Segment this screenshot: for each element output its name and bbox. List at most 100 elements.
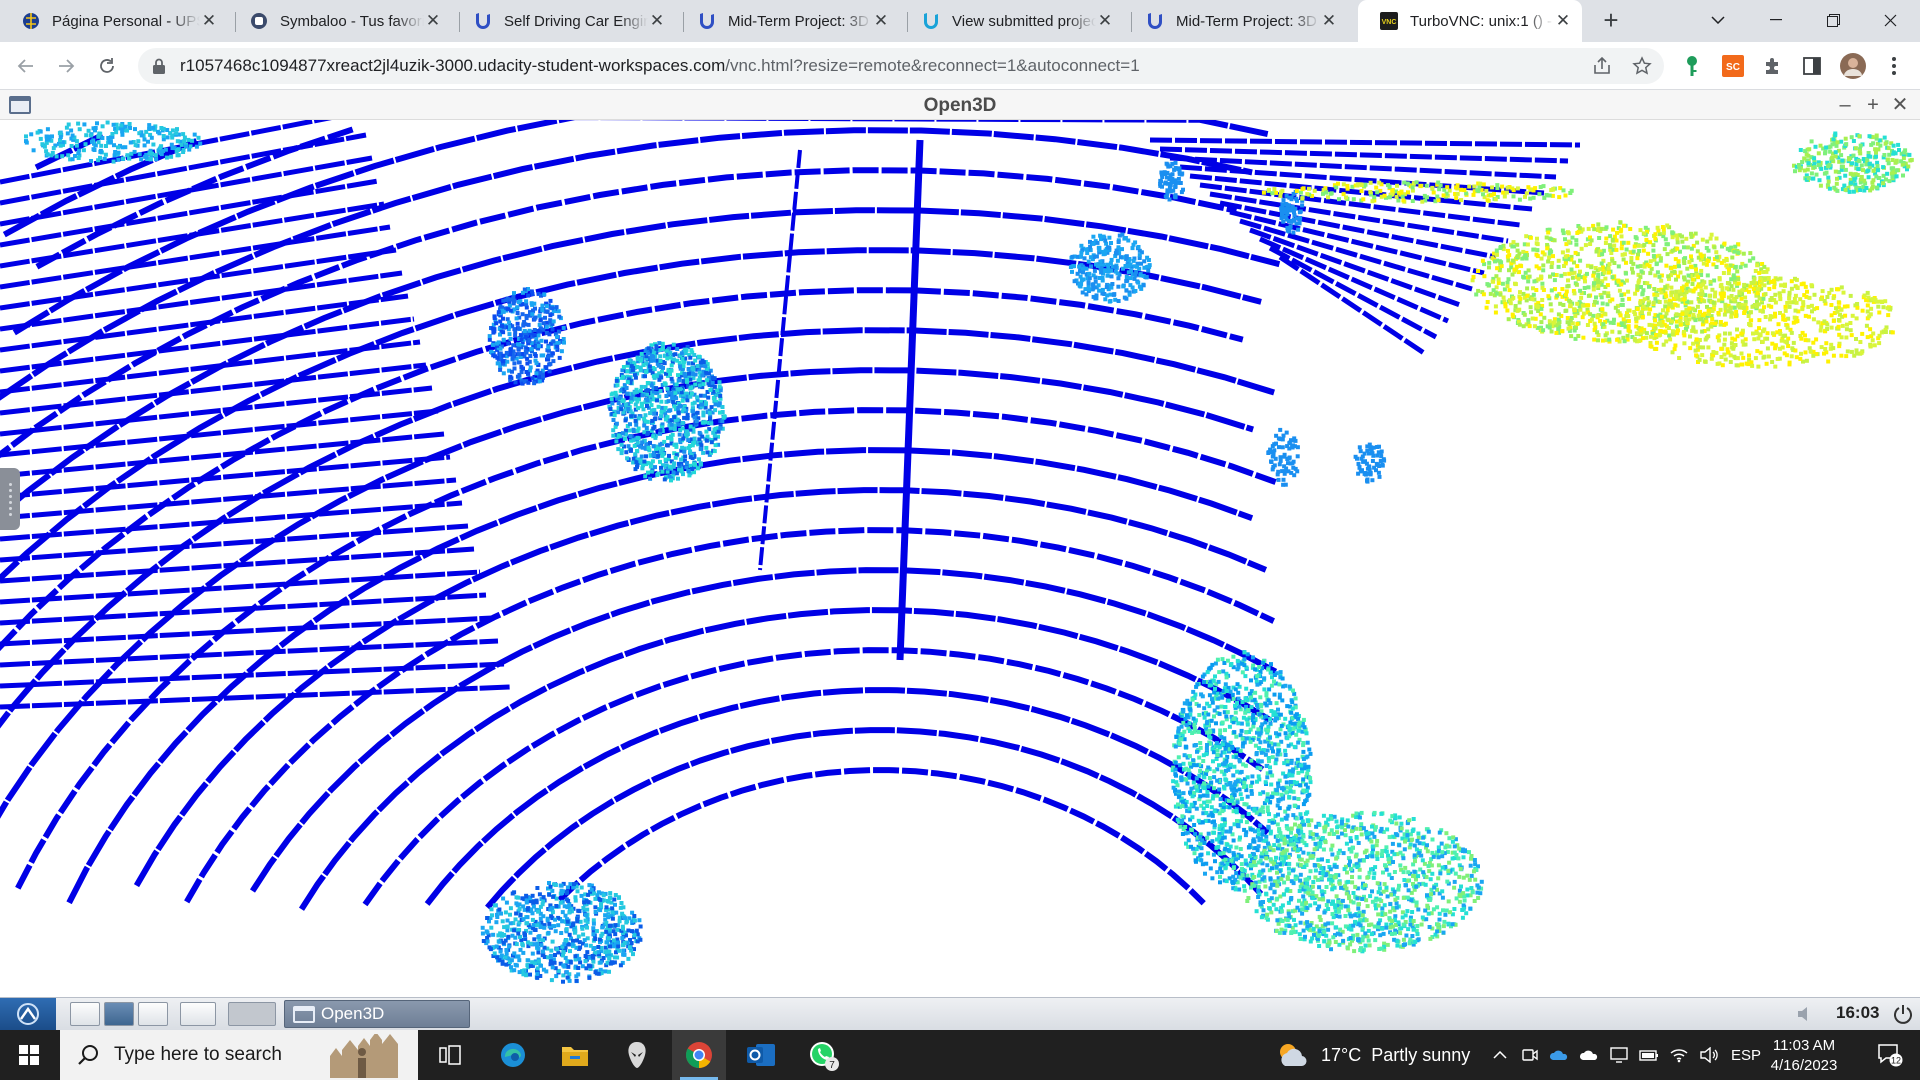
terminal-launcher-icon[interactable] [138,1002,168,1026]
task-view-icon[interactable] [423,1030,477,1080]
chrome-browser-icon[interactable] [672,1030,726,1080]
tab-label: Página Personal - UPS [52,12,200,30]
address-bar[interactable]: r1057468c1094877xreact2jl4uzik-3000.udac… [138,48,1664,84]
back-icon[interactable] [10,50,42,82]
volume-icon[interactable] [1796,1006,1816,1022]
tab-strip: Página Personal - UPS ✕ Symbaloo - Tus f… [0,0,1920,42]
extensions-puzzle-icon[interactable] [1758,51,1788,81]
display-settings-icon[interactable] [1606,1030,1632,1080]
tab-symbaloo[interactable]: Symbaloo - Tus favoritos ✕ [228,0,452,42]
novnc-control-bar-handle[interactable] [0,468,20,530]
whatsapp-icon[interactable]: 7 [796,1030,850,1080]
files-launcher-icon[interactable] [70,1002,100,1026]
udacity-icon [1146,12,1164,30]
desktop-launcher-icon[interactable] [104,1002,134,1026]
wifi-icon[interactable] [1666,1030,1692,1080]
bookmark-star-icon[interactable] [1626,50,1658,82]
vnc-icon: VNC [1380,12,1398,30]
point-cloud-canvas[interactable] [0,120,1920,997]
weather-desc: Partly sunny [1371,1044,1471,1065]
menu-kebab-icon[interactable] [1879,51,1909,81]
point-cloud-render[interactable] [0,120,1920,997]
symbaloo-icon [250,12,268,30]
search-highlight-cathedral-icon [330,1034,398,1078]
cloud-icon[interactable] [1576,1030,1602,1080]
taskbar-open3d-button[interactable]: Open3D [284,1000,470,1028]
windows-taskbar: Type here to search 7 17°C Partly sunny [0,1030,1920,1080]
speaker-icon[interactable] [1696,1030,1722,1080]
tab-mid-term-2[interactable]: Mid-Term Project: 3D ✕ [1124,0,1348,42]
new-tab-button[interactable]: + [1597,7,1625,35]
ups-globe-icon [22,12,40,30]
file-explorer-icon[interactable] [548,1030,602,1080]
workspace-1-button[interactable] [180,1002,216,1026]
udacity-icon [698,12,716,30]
tab-label: View submitted project [952,12,1096,30]
tab-turbovnc[interactable]: VNC TurboVNC: unix:1 () - ✕ [1358,0,1582,42]
power-icon[interactable] [1892,1003,1914,1025]
key-extension-icon[interactable] [1677,51,1707,81]
lock-icon [153,58,165,74]
maximize-icon[interactable]: + [1861,93,1885,117]
lidar-ring [557,767,1206,906]
minimize-icon[interactable]: – [1833,93,1857,117]
close-icon[interactable]: ✕ [648,12,666,30]
close-icon[interactable]: ✕ [424,12,442,30]
close-icon[interactable]: ✕ [1554,12,1572,30]
side-panel-icon[interactable] [1797,51,1827,81]
forward-icon[interactable] [50,50,82,82]
meet-now-icon[interactable] [1517,1030,1543,1080]
close-icon[interactable]: ✕ [1096,12,1114,30]
outlook-icon[interactable] [734,1030,788,1080]
windows-start-icon[interactable] [0,1030,58,1080]
tab-label: Symbaloo - Tus favoritos [280,12,424,30]
sc-extension-icon[interactable]: SC [1718,51,1748,81]
restore-icon[interactable] [1810,0,1856,40]
partly-sunny-icon [1280,1044,1307,1067]
tab-mid-term-1[interactable]: Mid-Term Project: 3D ✕ [676,0,900,42]
lidar-ring [1278,254,1426,356]
avatar[interactable] [1838,51,1868,81]
open3d-window-title: Open3D [923,95,997,116]
reload-icon[interactable] [91,50,123,82]
close-icon[interactable]: ✕ [872,12,890,30]
battery-icon[interactable] [1636,1030,1662,1080]
vnc-viewport[interactable]: Open3D – + ✕ [0,90,1920,997]
lidar-ring [0,431,445,479]
edge-browser-icon[interactable] [486,1030,540,1080]
url-host: r1057468c1094877xreact2jl4uzik-3000.udac… [180,56,726,75]
window-icon [293,1006,315,1023]
applications-menu-button[interactable] [0,998,56,1030]
minimize-icon[interactable] [1753,0,1799,40]
tab-label: TurboVNC: unix:1 () - [1410,12,1552,30]
show-hidden-icons-chevron-icon[interactable] [1487,1030,1513,1080]
point-cluster [1068,232,1152,304]
alienware-icon[interactable] [610,1030,664,1080]
notification-count: 12 [1891,1056,1901,1066]
panel-clock: 16:03 [1836,1003,1880,1022]
notifications-icon[interactable]: 12 [1868,1030,1912,1080]
close-icon[interactable]: ✕ [1320,12,1338,30]
tab-pagina-personal[interactable]: Página Personal - UPS ✕ [0,0,228,42]
onedrive-icon[interactable] [1546,1030,1572,1080]
workspace-2-button[interactable] [228,1002,276,1026]
tab-self-driving[interactable]: Self Driving Car Engineer ✕ [452,0,676,42]
tab-search-chevron-icon[interactable] [1695,0,1741,40]
clock-time: 11:03 AM [1772,1037,1836,1054]
weather-widget[interactable]: 17°C Partly sunny [1275,1030,1470,1080]
taskbar-search-input[interactable]: Type here to search [60,1030,418,1080]
system-clock[interactable]: 11:03 AM 4/16/2023 [1756,1036,1852,1076]
point-cluster [1240,810,1484,954]
close-icon[interactable]: ✕ [200,12,218,30]
close-icon[interactable]: ✕ [1888,93,1912,117]
lidar-ring [1219,200,1497,260]
share-icon[interactable] [1586,50,1618,82]
point-cluster [1792,131,1914,194]
tab-view-submitted[interactable]: View submitted project ✕ [900,0,1124,42]
open3d-titlebar[interactable]: Open3D – + ✕ [0,90,1920,120]
close-window-icon[interactable] [1867,0,1913,40]
whatsapp-badge: 7 [829,1060,835,1071]
search-placeholder: Type here to search [114,1044,282,1065]
point-cluster [24,120,203,164]
search-icon [78,1045,98,1065]
